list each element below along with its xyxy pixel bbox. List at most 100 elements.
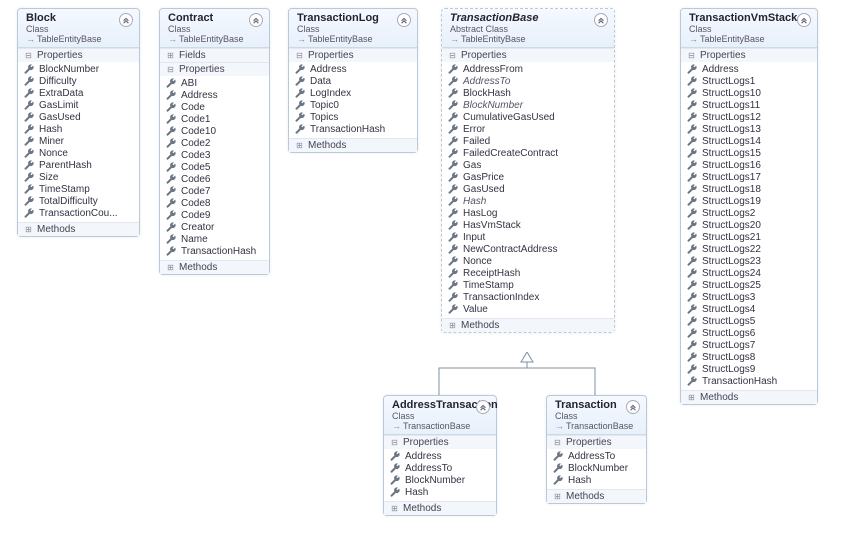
property-item[interactable]: StructLogs18 [685,183,813,195]
property-item[interactable]: Address [388,450,492,462]
section-header[interactable]: ⊞Methods [289,139,417,152]
expand-twisty-icon[interactable]: ⊞ [448,321,457,330]
property-item[interactable]: ParentHash [22,159,135,171]
property-item[interactable]: TimeStamp [446,279,610,291]
expand-twisty-icon[interactable]: ⊞ [166,51,175,60]
property-item[interactable]: StructLogs25 [685,279,813,291]
collapse-icon[interactable] [797,13,811,27]
property-item[interactable]: BlockNumber [22,63,135,75]
section-header[interactable]: ⊞Fields [160,49,269,62]
class-adtx[interactable]: AddressTransactionClass→TransactionBase⊟… [383,395,497,516]
property-item[interactable]: HasVmStack [446,219,610,231]
property-item[interactable]: TransactionIndex [446,291,610,303]
property-item[interactable]: StructLogs21 [685,231,813,243]
property-item[interactable]: Gas [446,159,610,171]
property-item[interactable]: AddressTo [551,450,642,462]
property-item[interactable]: AddressFrom [446,63,610,75]
class-block[interactable]: BlockClass→TableEntityBase⊟PropertiesBlo… [17,8,140,237]
property-item[interactable]: StructLogs8 [685,351,813,363]
property-item[interactable]: StructLogs1 [685,75,813,87]
expand-twisty-icon[interactable]: ⊞ [295,141,304,150]
property-item[interactable]: Data [293,75,413,87]
property-item[interactable]: Code3 [164,149,265,161]
property-item[interactable]: Address [164,89,265,101]
property-item[interactable]: Code6 [164,173,265,185]
property-item[interactable]: TransactionHash [293,123,413,135]
section-header[interactable]: ⊟Properties [18,49,139,62]
property-item[interactable]: Code5 [164,161,265,173]
property-item[interactable]: Nonce [22,147,135,159]
property-item[interactable]: StructLogs4 [685,303,813,315]
class-header[interactable]: BlockClass→TableEntityBase [18,9,139,48]
property-item[interactable]: GasUsed [446,183,610,195]
class-tbase[interactable]: TransactionBaseAbstract Class→TableEntit… [441,8,615,333]
property-item[interactable]: StructLogs9 [685,363,813,375]
section-header[interactable]: ⊟Properties [289,49,417,62]
class-header[interactable]: TransactionVmStackClass→TableEntityBase [681,9,817,48]
section-header[interactable]: ⊞Methods [442,319,614,332]
property-item[interactable]: Code10 [164,125,265,137]
property-item[interactable]: StructLogs17 [685,171,813,183]
property-item[interactable]: Code7 [164,185,265,197]
section-header[interactable]: ⊞Methods [18,223,139,236]
property-item[interactable]: StructLogs23 [685,255,813,267]
section-header[interactable]: ⊞Methods [384,502,496,515]
section-header[interactable]: ⊟Properties [442,49,614,62]
expand-twisty-icon[interactable]: ⊞ [687,393,696,402]
class-tx[interactable]: TransactionClass→TransactionBase⊟Propert… [546,395,647,504]
property-item[interactable]: StructLogs7 [685,339,813,351]
property-item[interactable]: StructLogs20 [685,219,813,231]
property-item[interactable]: Code2 [164,137,265,149]
property-item[interactable]: StructLogs5 [685,315,813,327]
property-item[interactable]: StructLogs16 [685,159,813,171]
class-vms[interactable]: TransactionVmStackClass→TableEntityBase⊟… [680,8,818,405]
class-header[interactable]: AddressTransactionClass→TransactionBase [384,396,496,435]
property-item[interactable]: StructLogs13 [685,123,813,135]
expand-twisty-icon[interactable]: ⊞ [390,504,399,513]
collapse-twisty-icon[interactable]: ⊟ [687,51,696,60]
property-item[interactable]: StructLogs3 [685,291,813,303]
property-item[interactable]: Hash [22,123,135,135]
property-item[interactable]: GasLimit [22,99,135,111]
section-header[interactable]: ⊞Methods [547,490,646,503]
collapse-twisty-icon[interactable]: ⊟ [390,438,399,447]
property-item[interactable]: FailedCreateContract [446,147,610,159]
property-item[interactable]: Code1 [164,113,265,125]
property-item[interactable]: AddressTo [446,75,610,87]
property-item[interactable]: Difficulty [22,75,135,87]
property-item[interactable]: LogIndex [293,87,413,99]
property-item[interactable]: StructLogs14 [685,135,813,147]
collapse-icon[interactable] [626,400,640,414]
property-item[interactable]: TransactionCou... [22,207,135,219]
property-item[interactable]: Value [446,303,610,315]
property-item[interactable]: Code9 [164,209,265,221]
section-header[interactable]: ⊟Properties [681,49,817,62]
property-item[interactable]: Hash [446,195,610,207]
collapse-twisty-icon[interactable]: ⊟ [24,51,33,60]
property-item[interactable]: StructLogs6 [685,327,813,339]
property-item[interactable]: Creator [164,221,265,233]
property-item[interactable]: BlockNumber [551,462,642,474]
property-item[interactable]: Name [164,233,265,245]
property-item[interactable]: ExtraData [22,87,135,99]
section-header[interactable]: ⊞Methods [160,261,269,274]
property-item[interactable]: BlockNumber [446,99,610,111]
property-item[interactable]: GasPrice [446,171,610,183]
collapse-twisty-icon[interactable]: ⊟ [448,51,457,60]
property-item[interactable]: Code8 [164,197,265,209]
property-item[interactable]: Topic0 [293,99,413,111]
property-item[interactable]: Size [22,171,135,183]
property-item[interactable]: Hash [388,486,492,498]
property-item[interactable]: StructLogs12 [685,111,813,123]
property-item[interactable]: BlockNumber [388,474,492,486]
property-item[interactable]: StructLogs11 [685,99,813,111]
section-header[interactable]: ⊟Properties [384,436,496,449]
property-item[interactable]: Hash [551,474,642,486]
collapse-twisty-icon[interactable]: ⊟ [295,51,304,60]
section-header[interactable]: ⊞Methods [681,391,817,404]
property-item[interactable]: TransactionHash [164,245,265,257]
collapse-twisty-icon[interactable]: ⊟ [553,438,562,447]
property-item[interactable]: Failed [446,135,610,147]
class-header[interactable]: ContractClass→TableEntityBase [160,9,269,48]
property-item[interactable]: CumulativeGasUsed [446,111,610,123]
